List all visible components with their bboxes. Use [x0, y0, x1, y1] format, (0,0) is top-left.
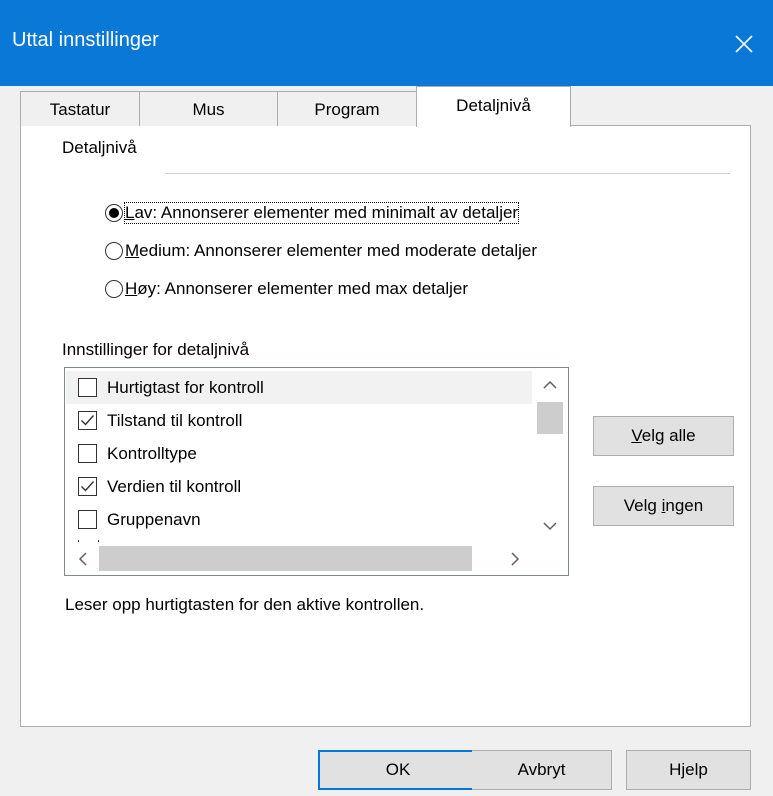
checkbox[interactable] [78, 444, 97, 463]
ok-button[interactable]: OK [318, 750, 478, 790]
ok-button-label: OK [385, 760, 411, 779]
radio-button[interactable] [105, 280, 123, 298]
dialog-window: Uttal innstillinger Detaljnivå Lav: Anno… [0, 0, 773, 796]
radio-button[interactable] [105, 242, 123, 260]
help-button-label: Hjelp [669, 760, 708, 779]
tab-label: Detaljnivå [456, 96, 531, 115]
checkmark-icon [81, 481, 95, 492]
group-divider [165, 173, 730, 174]
scroll-right-button[interactable] [498, 542, 532, 575]
chevron-up-icon [543, 380, 557, 389]
list-item-label: Verdien til kontroll [107, 476, 242, 496]
list-item[interactable]: Hurtigtast for kontroll [66, 371, 532, 404]
tab-label: Tastatur [49, 100, 111, 119]
chevron-right-icon [510, 551, 519, 566]
tab-detaljniva[interactable]: Detaljnivå [416, 86, 571, 127]
close-button[interactable] [715, 22, 773, 66]
cancel-button[interactable]: Avbryt [472, 750, 612, 790]
horizontal-scroll-thumb[interactable] [99, 546, 472, 571]
description-text: Leser opp hurtigtasten for den aktive ko… [65, 595, 425, 614]
list-item-label: Kontrolltype [107, 443, 197, 463]
tab-label: Program [314, 100, 380, 119]
vertical-scroll-thumb[interactable] [537, 402, 563, 434]
checkmark-icon [81, 415, 95, 426]
settings-label: Innstillinger for detaljnivå [62, 340, 250, 359]
list-item[interactable]: Kontrolltype [66, 437, 532, 470]
list-item[interactable]: Verdien til kontroll [66, 470, 532, 503]
window-title: Uttal innstillinger [12, 29, 159, 51]
radio-option-medium[interactable]: Medium: Annonserer elementer med moderat… [105, 238, 537, 264]
tab-mus[interactable]: Mus [139, 91, 278, 126]
detail-group-label: Detaljnivå [62, 138, 137, 158]
radio-option-lav[interactable]: Lav: Annonserer elementer med minimalt a… [105, 200, 520, 226]
horizontal-scrollbar[interactable] [65, 542, 532, 575]
checkbox[interactable] [78, 510, 97, 529]
radio-selected-icon [109, 208, 119, 218]
close-icon [735, 35, 753, 53]
radio-label-medium: Medium: Annonserer elementer med moderat… [125, 241, 538, 260]
vertical-scrollbar[interactable] [532, 368, 568, 542]
select-all-button[interactable]: Velg alle [593, 416, 734, 456]
scroll-left-button[interactable] [65, 542, 99, 575]
list-item-label: Hurtigtast for kontroll [107, 377, 264, 397]
tab-panel-detaljniva: Detaljnivå Lav: Annonserer elementer med… [20, 125, 751, 727]
list-item[interactable]: Gruppenavn [66, 503, 532, 536]
chevron-left-icon [78, 551, 87, 566]
radio-button[interactable] [105, 204, 123, 222]
help-button[interactable]: Hjelp [626, 750, 751, 790]
tab-label: Mus [192, 100, 225, 119]
checkbox[interactable] [78, 477, 97, 496]
title-bar[interactable]: Uttal innstillinger [0, 0, 773, 86]
chevron-down-icon [543, 521, 557, 530]
radio-option-hoy[interactable]: Høy: Annonserer elementer med max detalj… [105, 276, 468, 302]
list-item-label: Gruppenavn [107, 509, 201, 529]
scroll-down-button[interactable] [532, 510, 568, 542]
scroll-up-button[interactable] [532, 368, 568, 400]
cancel-button-label: Avbryt [517, 760, 566, 779]
tab-program[interactable]: Program [277, 91, 417, 126]
list-item[interactable]: Tilstand til kontroll [66, 404, 532, 437]
radio-label-hoy: Høy: Annonserer elementer med max detalj… [125, 279, 468, 298]
settings-checklist[interactable]: Hurtigtast for kontroll Tilstand til kon… [64, 367, 569, 576]
select-none-button[interactable]: Velg ingen [593, 486, 734, 526]
checkbox[interactable] [78, 378, 97, 397]
list-item-label: Tilstand til kontroll [107, 410, 243, 430]
tab-tastatur[interactable]: Tastatur [20, 91, 140, 126]
radio-label-lav: Lav: Annonserer elementer med minimalt a… [123, 202, 520, 224]
checkbox[interactable] [78, 411, 97, 430]
